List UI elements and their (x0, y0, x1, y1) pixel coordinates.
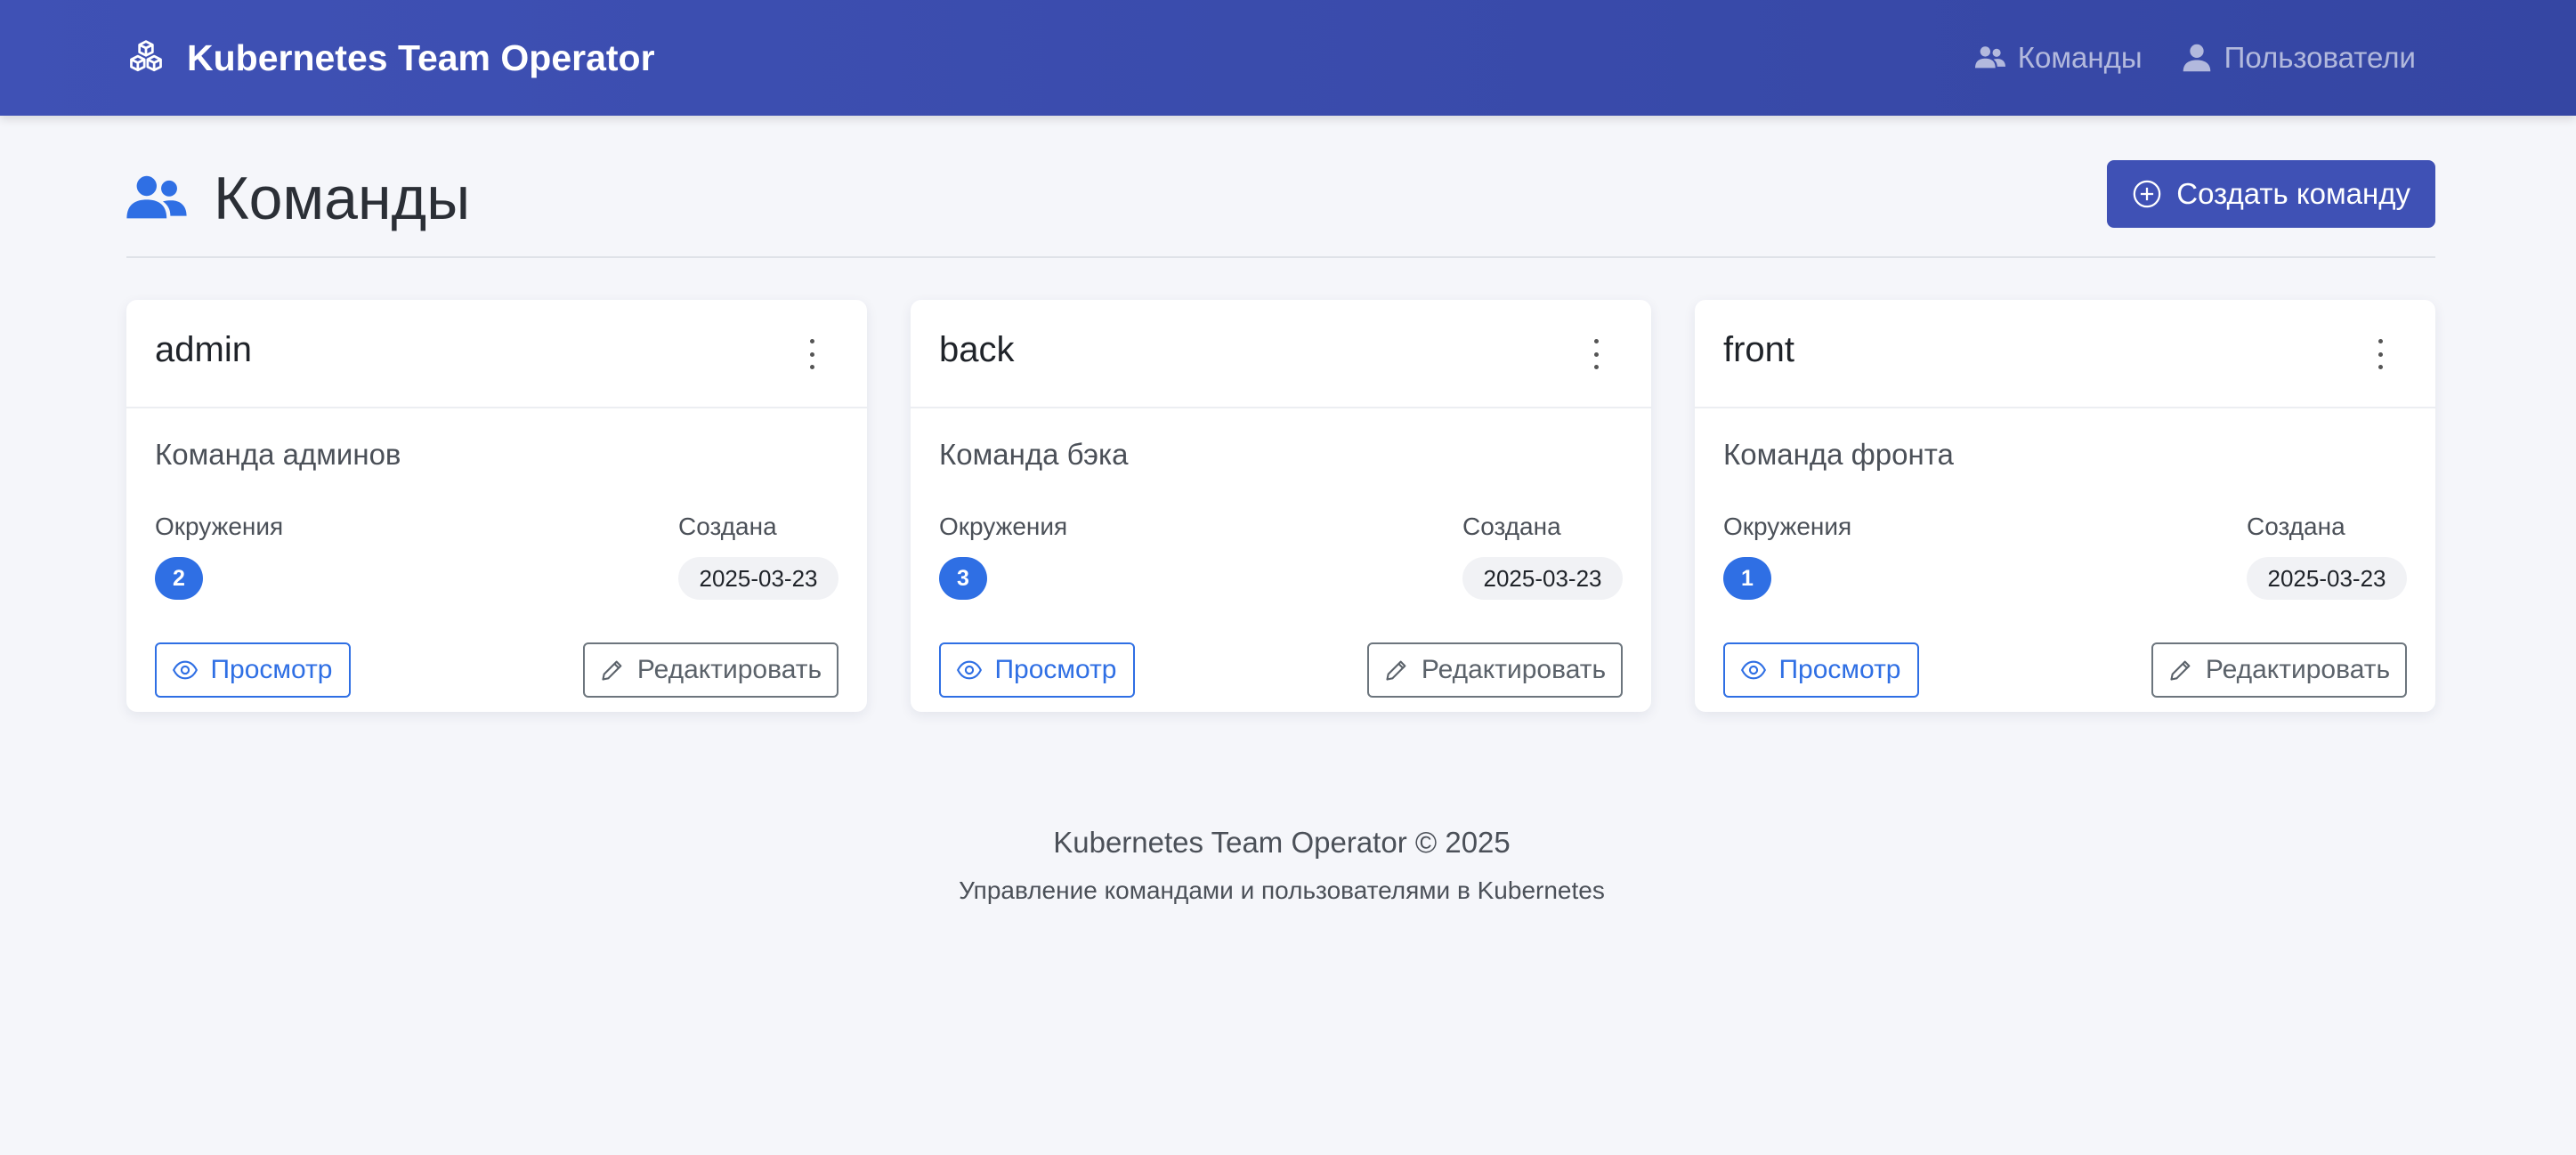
environments-count-badge: 3 (939, 557, 987, 600)
boxes-icon (130, 40, 162, 72)
card-header: admin (126, 300, 867, 408)
edit-button[interactable]: Редактировать (1367, 642, 1623, 698)
team-description: Команда фронта (1723, 438, 1954, 471)
team-name: admin (155, 330, 252, 369)
brand[interactable]: Kubernetes Team Operator (126, 0, 655, 116)
view-label: Просмотр (210, 655, 333, 684)
pencil-icon (602, 660, 622, 681)
view-button[interactable]: Просмотр (155, 642, 351, 698)
people-icon (1974, 46, 2005, 69)
card-header: back (911, 300, 1651, 408)
created-date: 2025-03-23 (2247, 557, 2407, 600)
created-label: Создана (1462, 513, 1561, 540)
nav-link-users[interactable]: Пользователи (2182, 41, 2416, 75)
edit-label: Редактировать (1421, 655, 1607, 684)
team-card: front Команда фронта Окружения Создана 1… (1695, 300, 2435, 712)
nav-link-label: Пользователи (2224, 41, 2416, 74)
environments-count-badge: 2 (155, 557, 203, 600)
nav-link-teams[interactable]: Команды (1974, 41, 2143, 75)
team-description: Команда админов (155, 438, 401, 471)
created-label: Создана (2247, 513, 2345, 540)
create-team-button[interactable]: Создать команду (2107, 160, 2435, 228)
team-name: front (1723, 330, 1795, 369)
footer-title: Kubernetes Team Operator © 2025 (1053, 826, 1511, 859)
eye-icon (173, 660, 198, 680)
people-icon (126, 175, 187, 219)
eye-icon (1741, 660, 1767, 680)
view-button[interactable]: Просмотр (939, 642, 1135, 698)
card-header: front (1695, 300, 2435, 408)
more-options-icon[interactable] (1587, 339, 1605, 369)
create-team-label: Создать команду (2176, 177, 2410, 210)
pencil-icon (2170, 660, 2191, 681)
page-title: Команды (126, 158, 470, 238)
team-card: admin Команда админов Окружения Создана … (126, 300, 867, 712)
plus-circle-icon (2133, 180, 2161, 208)
edit-button[interactable]: Редактировать (583, 642, 838, 698)
footer-subtitle: Управление командами и пользователями в … (959, 876, 1605, 904)
environments-label: Окружения (155, 513, 284, 540)
edit-button[interactable]: Редактировать (2151, 642, 2407, 698)
team-description: Команда бэка (939, 438, 1129, 471)
view-label: Просмотр (994, 655, 1117, 684)
view-button[interactable]: Просмотр (1723, 642, 1919, 698)
nav-links: Команды Пользователи (1974, 0, 2416, 116)
navbar: Kubernetes Team Operator Команды Пользов… (0, 0, 2576, 116)
brand-name: Kubernetes Team Operator (187, 36, 655, 78)
page-header: Команды Создать команду (126, 151, 2435, 258)
environments-label: Окружения (1723, 513, 1852, 540)
nav-link-label: Команды (2017, 41, 2143, 74)
created-date: 2025-03-23 (678, 557, 838, 600)
team-name: back (939, 330, 1015, 369)
environments-label: Окружения (939, 513, 1068, 540)
view-label: Просмотр (1778, 655, 1901, 684)
person-icon (2183, 44, 2210, 72)
edit-label: Редактировать (636, 655, 822, 684)
created-label: Создана (678, 513, 777, 540)
team-card: back Команда бэка Окружения Создана 3 20… (911, 300, 1651, 712)
edit-label: Редактировать (2205, 655, 2391, 684)
more-options-icon[interactable] (2371, 339, 2389, 369)
environments-count-badge: 1 (1723, 557, 1771, 600)
created-date: 2025-03-23 (1462, 557, 1623, 600)
more-options-icon[interactable] (803, 339, 821, 369)
eye-icon (957, 660, 983, 680)
pencil-icon (1386, 660, 1406, 681)
page-title-text: Команды (214, 165, 471, 232)
